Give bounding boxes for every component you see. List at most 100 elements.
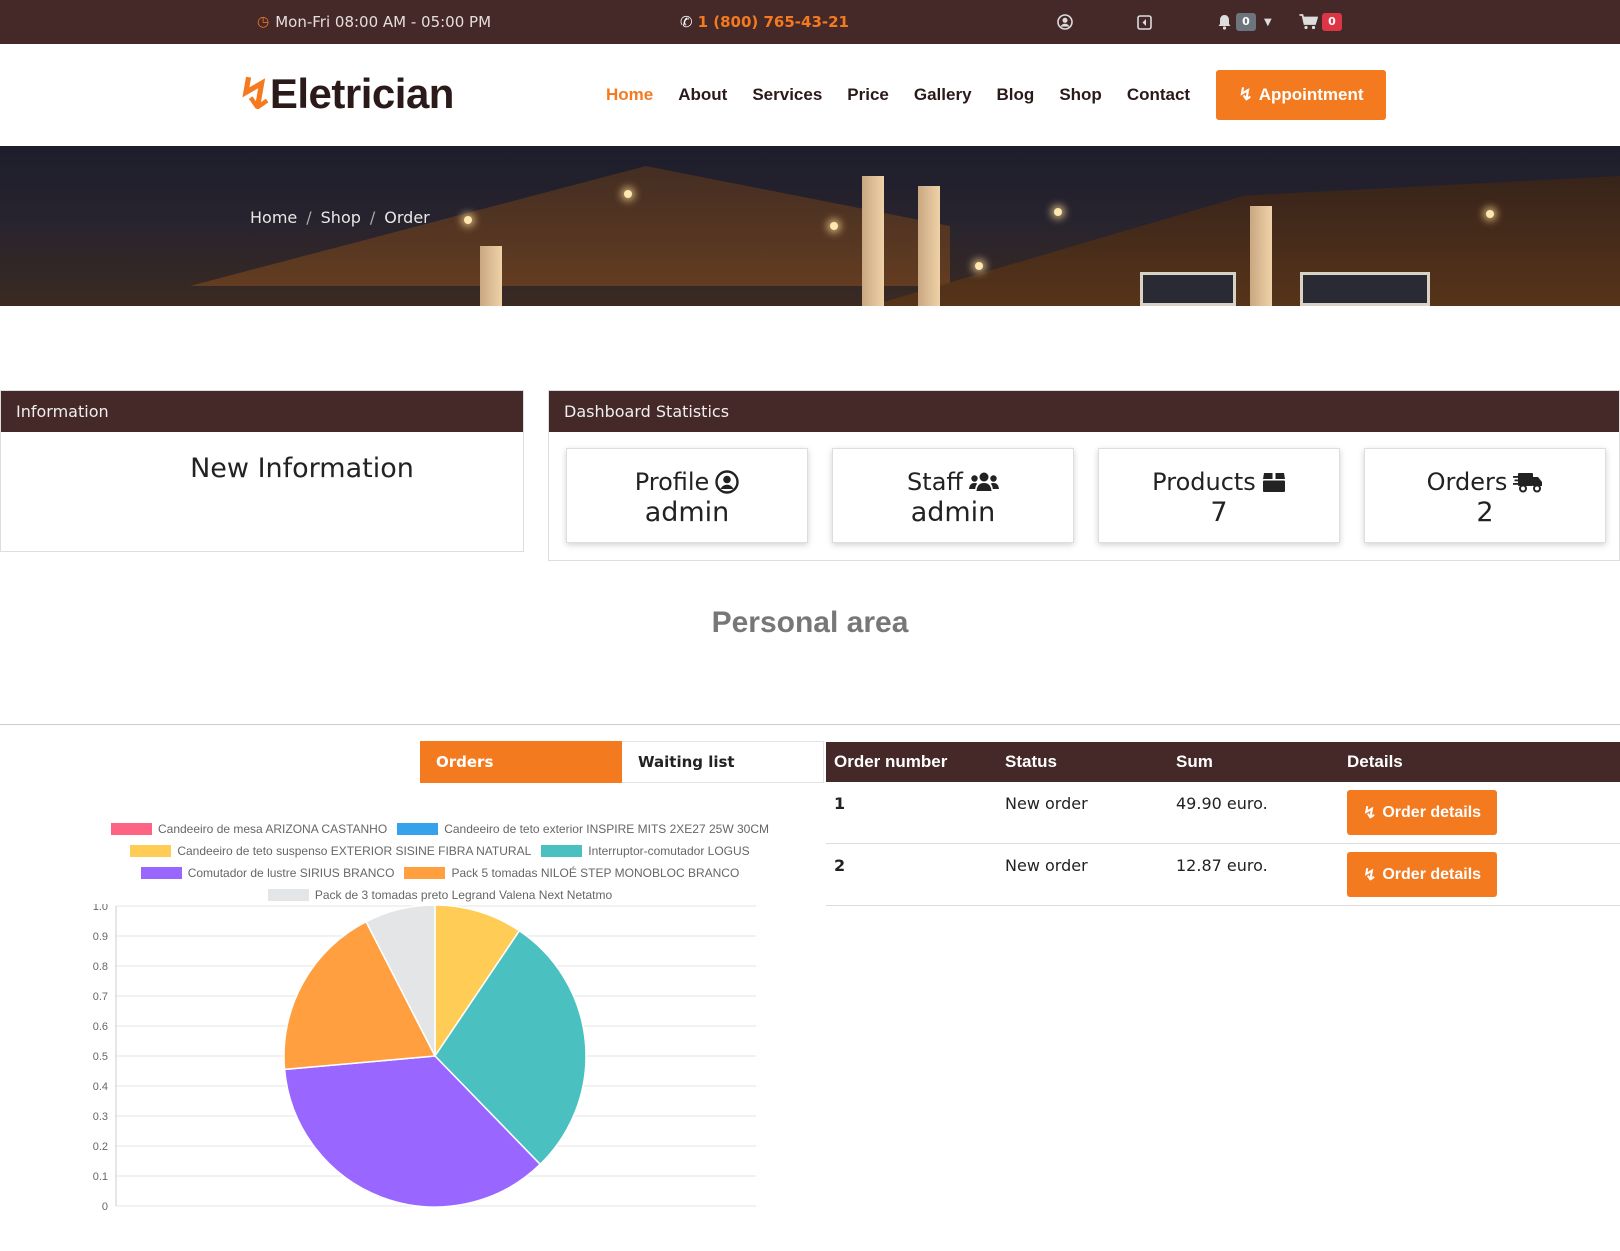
orders-pie-chart: 1.0 0.9 0.8 0.7 0.6 0.5 0.4 0.3 0.2 0.1 0: [80, 904, 800, 1234]
column-header-details: Details: [1347, 752, 1403, 771]
information-body: New Information: [190, 453, 414, 484]
logout-icon: [1137, 14, 1152, 30]
working-hours: ◷ Mon-Fri 08:00 AM - 05:00 PM: [257, 0, 491, 44]
breadcrumb-separator: /: [369, 208, 376, 227]
hero-pillar: [862, 176, 884, 306]
main-menu: Home About Services Price Gallery Blog S…: [606, 44, 1215, 146]
order-details-button[interactable]: ↯ Order details: [1347, 852, 1497, 897]
phone-number: 1 (800) 765-43-21: [697, 13, 849, 31]
legend-swatch: [397, 823, 439, 835]
legend-entry[interactable]: Pack 5 tomadas NILOÉ STEP MONOBLOC BRANC…: [404, 866, 739, 880]
legend-label: Pack 5 tomadas NILOÉ STEP MONOBLOC BRANC…: [451, 866, 740, 880]
top-bar: ◷ Mon-Fri 08:00 AM - 05:00 PM ✆ 1 (800) …: [0, 0, 1620, 44]
order-status: New order: [1005, 794, 1088, 813]
y-tick-label: 1.0: [93, 904, 108, 913]
stat-card-value: admin: [910, 497, 996, 528]
order-status: New order: [1005, 856, 1088, 875]
stat-card-orders[interactable]: Orders 2: [1364, 448, 1606, 543]
nav-services[interactable]: Services: [752, 85, 822, 105]
tab-waiting-list[interactable]: Waiting list: [622, 741, 824, 783]
legend-entry[interactable]: Candeeiro de teto exterior INSPIRE MITS …: [397, 822, 769, 836]
breadcrumb-home[interactable]: Home: [250, 208, 297, 227]
logo-text: Eletrician: [269, 70, 455, 117]
legend-entry[interactable]: Interruptor-comutador LOGUS: [541, 844, 750, 858]
user-circle-icon: [1057, 14, 1073, 30]
hero-light: [830, 222, 838, 230]
stat-card-staff[interactable]: Staff admin: [832, 448, 1074, 543]
phone-link[interactable]: ✆ 1 (800) 765-43-21: [680, 0, 849, 44]
legend-entry[interactable]: Candeeiro de mesa ARIZONA CASTANHO: [110, 822, 387, 836]
information-panel: Information New Information: [0, 390, 524, 552]
stat-card-profile[interactable]: Profile admin: [566, 448, 808, 543]
hero-light: [624, 190, 632, 198]
y-tick-label: 0.3: [93, 1111, 108, 1123]
pie-chart-svg: 1.0 0.9 0.8 0.7 0.6 0.5 0.4 0.3 0.2 0.1 0: [93, 904, 756, 1213]
nav-contact[interactable]: Contact: [1127, 85, 1190, 105]
legend-entry[interactable]: Candeeiro de teto suspenso EXTERIOR SISI…: [130, 844, 531, 858]
breadcrumb: Home / Shop / Order: [250, 208, 430, 227]
order-sum: 49.90 euro.: [1176, 794, 1268, 813]
stat-card-label-row: Products: [1099, 468, 1339, 496]
legend-entry[interactable]: Comutador de lustre SIRIUS BRANCO: [140, 866, 395, 880]
appointment-label: Appointment: [1258, 85, 1364, 104]
stat-card-value: 2: [1476, 497, 1494, 528]
stat-card-value: 7: [1210, 497, 1228, 528]
hero-house-image: [870, 176, 1620, 306]
legend-row: Candeeiro de mesa ARIZONA CASTANHO Cande…: [80, 818, 800, 840]
legend-entry[interactable]: Pack de 3 tomadas preto Legrand Valena N…: [267, 888, 613, 902]
nav-about[interactable]: About: [678, 85, 727, 105]
cart-icon: [1299, 14, 1318, 30]
legend-row: Comutador de lustre SIRIUS BRANCO Pack 5…: [80, 862, 800, 884]
y-tick-label: 0.7: [93, 991, 108, 1003]
hero-window: [1140, 272, 1236, 306]
legend-swatch: [404, 867, 446, 879]
legend-swatch: [267, 889, 309, 901]
nav-home[interactable]: Home: [606, 85, 653, 105]
legend-row: Candeeiro de teto suspenso EXTERIOR SISI…: [80, 840, 800, 862]
breadcrumb-shop[interactable]: Shop: [321, 208, 361, 227]
nav-blog[interactable]: Blog: [997, 85, 1035, 105]
stat-card-value: admin: [644, 497, 730, 528]
hero-light: [1054, 208, 1062, 216]
cart-count-badge: 0: [1322, 13, 1342, 31]
tab-orders[interactable]: Orders: [420, 741, 622, 783]
profile-button[interactable]: [1057, 0, 1073, 44]
order-details-button[interactable]: ↯ Order details: [1347, 790, 1497, 835]
lightning-icon: ↯: [1362, 804, 1377, 822]
nav-shop[interactable]: Shop: [1059, 85, 1102, 105]
appointment-button[interactable]: ↯ Appointment: [1216, 70, 1386, 120]
nav-price[interactable]: Price: [847, 85, 889, 105]
y-tick-label: 0.9: [93, 931, 108, 943]
table-row: 2 New order 12.87 euro. ↯ Order details: [826, 844, 1620, 906]
hero-light: [975, 262, 983, 270]
y-tick-label: 0.8: [93, 961, 108, 973]
stat-card-label: Products: [1152, 468, 1256, 496]
stat-card-products[interactable]: Products 7: [1098, 448, 1340, 543]
page-hero-banner: Home / Shop / Order: [0, 146, 1620, 306]
hero-pillar: [1250, 206, 1272, 306]
hero-pillar: [480, 246, 502, 306]
column-header-sum: Sum: [1176, 752, 1213, 771]
order-details-label: Order details: [1382, 803, 1482, 821]
cart-button[interactable]: 0: [1299, 0, 1342, 44]
stat-card-label: Orders: [1426, 468, 1508, 496]
site-logo[interactable]: ↯ Eletrician: [237, 64, 454, 124]
order-details-cell: ↯ Order details: [1339, 782, 1620, 835]
legend-label: Comutador de lustre SIRIUS BRANCO: [187, 866, 395, 880]
information-panel-header: Information: [1, 391, 523, 432]
legend-label: Pack de 3 tomadas preto Legrand Valena N…: [314, 888, 613, 902]
main-navbar: ↯ Eletrician Home About Services Price G…: [0, 44, 1620, 146]
stat-card-label: Profile: [634, 468, 710, 496]
hero-pillar: [918, 186, 940, 306]
box-icon: [1262, 473, 1285, 492]
notifications-button[interactable]: 0 ▼: [1217, 0, 1272, 44]
y-tick-label: 0: [102, 1201, 108, 1213]
breadcrumb-separator: /: [306, 208, 312, 227]
hero-light: [1486, 210, 1494, 218]
column-header-status: Status: [1005, 752, 1057, 771]
legend-row: Pack de 3 tomadas preto Legrand Valena N…: [80, 884, 800, 906]
order-number: 1: [834, 794, 846, 813]
stat-card-label-row: Profile: [567, 468, 807, 496]
logout-button[interactable]: [1137, 0, 1152, 44]
nav-gallery[interactable]: Gallery: [914, 85, 972, 105]
